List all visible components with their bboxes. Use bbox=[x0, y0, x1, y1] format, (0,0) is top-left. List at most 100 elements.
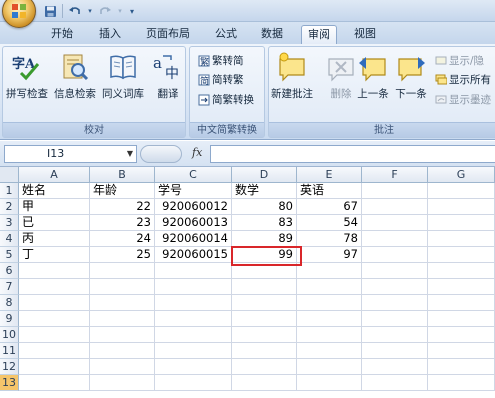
cell-f11[interactable] bbox=[362, 343, 428, 359]
cell-e13[interactable] bbox=[297, 375, 362, 391]
row-header-12[interactable]: 12 bbox=[0, 359, 19, 375]
row-header-3[interactable]: 3 bbox=[0, 215, 19, 231]
select-all-corner[interactable] bbox=[0, 167, 19, 183]
cell-a4[interactable]: 丙 bbox=[19, 231, 90, 247]
cell-f5[interactable] bbox=[362, 247, 428, 263]
cell-f10[interactable] bbox=[362, 327, 428, 343]
column-header-e[interactable]: E bbox=[297, 167, 362, 183]
show-hide-comment-button[interactable]: 显示/隐 bbox=[435, 53, 484, 68]
cell-b10[interactable] bbox=[90, 327, 155, 343]
column-header-f[interactable]: F bbox=[362, 167, 428, 183]
cell-f2[interactable] bbox=[362, 199, 428, 215]
cell-a3[interactable]: 已 bbox=[19, 215, 90, 231]
cell-e2[interactable]: 67 bbox=[297, 199, 362, 215]
cell-g13[interactable] bbox=[428, 375, 495, 391]
row-header-5[interactable]: 5 bbox=[0, 247, 19, 263]
tab-view[interactable]: 视图 bbox=[348, 25, 382, 44]
cell-g8[interactable] bbox=[428, 295, 495, 311]
cell-a11[interactable] bbox=[19, 343, 90, 359]
cell-g1[interactable] bbox=[428, 183, 495, 199]
cell-e9[interactable] bbox=[297, 311, 362, 327]
cell-d13[interactable] bbox=[232, 375, 297, 391]
cell-e3[interactable]: 54 bbox=[297, 215, 362, 231]
cell-b3[interactable]: 23 bbox=[90, 215, 155, 231]
cell-d1[interactable]: 数学 bbox=[232, 183, 297, 199]
cell-c10[interactable] bbox=[155, 327, 232, 343]
cell-d7[interactable] bbox=[232, 279, 297, 295]
cell-a7[interactable] bbox=[19, 279, 90, 295]
cell-d5[interactable]: 99 bbox=[232, 247, 297, 263]
cell-b12[interactable] bbox=[90, 359, 155, 375]
cell-a12[interactable] bbox=[19, 359, 90, 375]
cell-e8[interactable] bbox=[297, 295, 362, 311]
cell-e5[interactable]: 97 bbox=[297, 247, 362, 263]
cell-a1[interactable]: 姓名 bbox=[19, 183, 90, 199]
cell-b5[interactable]: 25 bbox=[90, 247, 155, 263]
row-header-1[interactable]: 1 bbox=[0, 183, 19, 199]
column-header-c[interactable]: C bbox=[155, 167, 232, 183]
cell-a2[interactable]: 甲 bbox=[19, 199, 90, 215]
translate-button[interactable]: a中 翻译 bbox=[152, 51, 184, 101]
cell-d12[interactable] bbox=[232, 359, 297, 375]
cell-f6[interactable] bbox=[362, 263, 428, 279]
column-header-b[interactable]: B bbox=[90, 167, 155, 183]
cell-e11[interactable] bbox=[297, 343, 362, 359]
cell-c4[interactable]: 920060014 bbox=[155, 231, 232, 247]
cell-d6[interactable] bbox=[232, 263, 297, 279]
cell-b8[interactable] bbox=[90, 295, 155, 311]
row-header-2[interactable]: 2 bbox=[0, 199, 19, 215]
undo-dropdown-icon[interactable]: ▾ bbox=[87, 3, 93, 19]
cell-g10[interactable] bbox=[428, 327, 495, 343]
to-traditional-button[interactable]: 简 简转繁 bbox=[198, 72, 244, 87]
convert-button[interactable]: 简繁转换 bbox=[198, 92, 254, 107]
cell-g7[interactable] bbox=[428, 279, 495, 295]
formula-bar-handle[interactable] bbox=[140, 145, 182, 163]
cell-g4[interactable] bbox=[428, 231, 495, 247]
to-simplified-button[interactable]: 繁 繁转简 bbox=[198, 53, 244, 68]
cell-e10[interactable] bbox=[297, 327, 362, 343]
cell-e7[interactable] bbox=[297, 279, 362, 295]
cell-f7[interactable] bbox=[362, 279, 428, 295]
insert-function-icon[interactable]: fx bbox=[192, 146, 202, 159]
cell-a10[interactable] bbox=[19, 327, 90, 343]
tab-insert[interactable]: 插入 bbox=[93, 25, 127, 44]
cell-c2[interactable]: 920060012 bbox=[155, 199, 232, 215]
cell-b7[interactable] bbox=[90, 279, 155, 295]
column-header-a[interactable]: A bbox=[19, 167, 90, 183]
cell-d2[interactable]: 80 bbox=[232, 199, 297, 215]
cell-f8[interactable] bbox=[362, 295, 428, 311]
cell-c3[interactable]: 920060013 bbox=[155, 215, 232, 231]
new-comment-button[interactable]: 新建批注 bbox=[271, 51, 313, 101]
cell-d8[interactable] bbox=[232, 295, 297, 311]
row-header-8[interactable]: 8 bbox=[0, 295, 19, 311]
thesaurus-button[interactable]: 同义词库 bbox=[102, 51, 144, 101]
show-ink-button[interactable]: 显示墨迹 bbox=[435, 92, 491, 107]
cell-b11[interactable] bbox=[90, 343, 155, 359]
cell-g11[interactable] bbox=[428, 343, 495, 359]
cell-a6[interactable] bbox=[19, 263, 90, 279]
save-icon[interactable] bbox=[42, 3, 58, 19]
redo-icon[interactable] bbox=[97, 3, 113, 19]
cell-f3[interactable] bbox=[362, 215, 428, 231]
cell-e4[interactable]: 78 bbox=[297, 231, 362, 247]
show-all-comments-button[interactable]: 显示所有 bbox=[435, 72, 491, 87]
cell-b13[interactable] bbox=[90, 375, 155, 391]
cell-e1[interactable]: 英语 bbox=[297, 183, 362, 199]
cell-c7[interactable] bbox=[155, 279, 232, 295]
cell-b6[interactable] bbox=[90, 263, 155, 279]
customize-qat-icon[interactable]: ▾ bbox=[127, 3, 137, 19]
cell-g5[interactable] bbox=[428, 247, 495, 263]
cell-c12[interactable] bbox=[155, 359, 232, 375]
cell-a13[interactable] bbox=[19, 375, 90, 391]
cell-d10[interactable] bbox=[232, 327, 297, 343]
cell-a8[interactable] bbox=[19, 295, 90, 311]
tab-data[interactable]: 数据 bbox=[255, 25, 289, 44]
name-box-dropdown-icon[interactable]: ▼ bbox=[127, 146, 133, 162]
redo-dropdown-icon[interactable]: ▾ bbox=[117, 3, 123, 19]
row-header-10[interactable]: 10 bbox=[0, 327, 19, 343]
next-comment-button[interactable]: 下一条 bbox=[395, 51, 427, 101]
cell-g12[interactable] bbox=[428, 359, 495, 375]
cell-c5[interactable]: 920060015 bbox=[155, 247, 232, 263]
column-header-g[interactable]: G bbox=[428, 167, 495, 183]
cell-b2[interactable]: 22 bbox=[90, 199, 155, 215]
